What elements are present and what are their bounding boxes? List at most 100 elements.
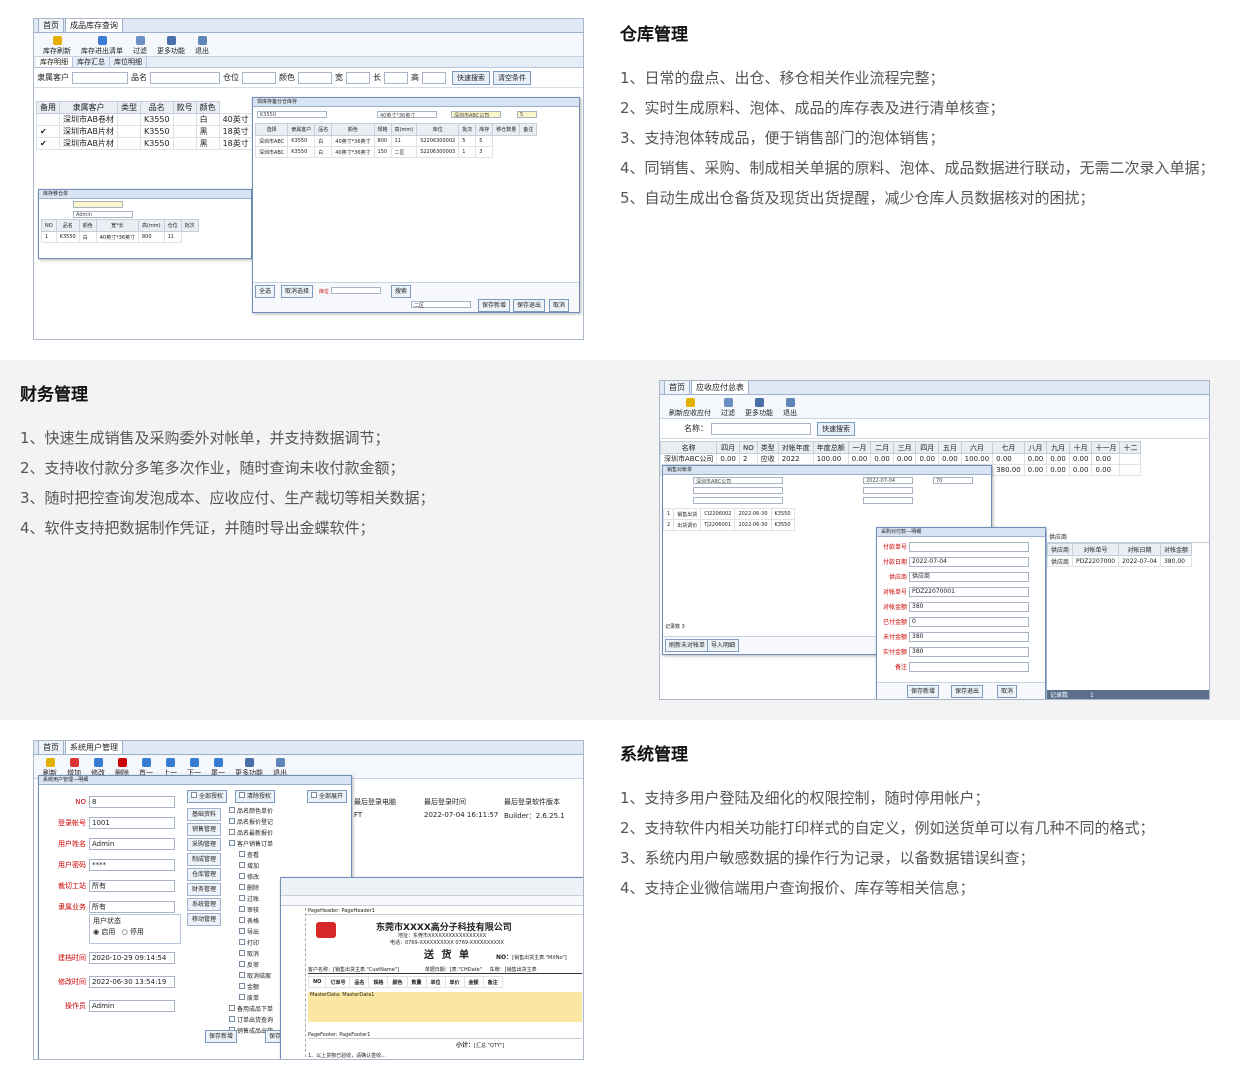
module-button[interactable]: 移动管理 (187, 913, 221, 926)
tab-receivable[interactable]: 应收应付总表 (691, 381, 749, 394)
field-input[interactable]: 8 (89, 796, 175, 808)
location-input[interactable] (331, 287, 381, 294)
refresh-button[interactable]: 刷新应收应付 (664, 395, 716, 418)
clear-grant-button[interactable]: 清除授权 (235, 790, 276, 803)
area-select[interactable]: 二区 (411, 301, 471, 309)
tree-item[interactable]: 过账 (225, 894, 285, 905)
module-button[interactable]: 系统管理 (187, 898, 221, 911)
tab-stock-detail[interactable]: 库存明细 (36, 57, 73, 67)
table-row[interactable]: 1 销售出货 CI2206002 2022-06-30 K3550 (663, 508, 795, 520)
tree-item[interactable]: 审核 (225, 905, 285, 916)
table-row[interactable]: 深圳市ABC公司 0.00 2 应收 2022 100.00 0.00 0.00 0.00 0.0… (660, 453, 1142, 465)
unselect-button[interactable]: 取消选择 (281, 285, 314, 298)
exit-button[interactable]: 退出 (778, 395, 802, 418)
spec-input[interactable]: 40英寸*36英寸 (377, 110, 437, 119)
field-input[interactable]: 供应商 (909, 571, 1029, 582)
save-new-button[interactable]: 保存新增 (478, 299, 511, 312)
modified-input[interactable]: 2022-06-30 13:54:19 (89, 976, 175, 988)
search-button[interactable]: 搜索 (391, 285, 412, 298)
clear-filter-button[interactable]: 清空条件 (493, 70, 531, 85)
tab-user-management[interactable]: 系统用户管理 (65, 741, 123, 754)
select-all-button[interactable]: 全选 (255, 285, 276, 298)
table-row[interactable]: ✔ 深圳市AB片材 K3550 黑 18英寸 (36, 137, 253, 150)
code-input[interactable]: K3550 (257, 110, 327, 118)
field-input[interactable]: 所有 (89, 901, 175, 913)
tree-item[interactable]: 取消 (225, 949, 285, 960)
table-row[interactable]: 深圳市ABC K3550 白 40英寸*36英寸 800 11 S2206300002 5 5 (254, 135, 537, 147)
quick-search-button[interactable]: 快速搜索 (817, 421, 855, 436)
more-button[interactable]: 更多功能 (152, 33, 190, 56)
tree-item[interactable]: 增加 (225, 861, 285, 872)
field-input[interactable] (909, 541, 1029, 552)
order-no-input[interactable] (73, 200, 123, 208)
filter-button[interactable]: 过滤 (128, 33, 152, 56)
field-input[interactable]: **** (89, 859, 175, 871)
enable-radio[interactable]: ◉ 启用 (93, 928, 115, 936)
field-input[interactable]: 380 (909, 631, 1029, 642)
tree-item[interactable]: 品名颜色单价 (225, 806, 285, 817)
width-input[interactable] (346, 71, 370, 84)
field-input[interactable]: Admin (89, 838, 175, 850)
height-input[interactable] (422, 71, 446, 84)
expand-all-button[interactable]: 全部展开 (307, 790, 348, 803)
operator-input[interactable]: Admin (73, 210, 133, 218)
import-detail-button[interactable]: 导入明细 (707, 639, 740, 652)
save-new-button[interactable]: 保存新增 (907, 685, 940, 698)
tab-home[interactable]: 首页 (38, 19, 64, 32)
tab-home[interactable]: 首页 (664, 381, 690, 394)
customer-input[interactable] (72, 71, 128, 84)
module-button[interactable]: 财务管理 (187, 883, 221, 896)
module-button[interactable]: 采购管理 (187, 838, 221, 851)
cancel-button[interactable]: 取消 (997, 685, 1018, 698)
grant-all-button[interactable]: 全部授权 (187, 790, 228, 803)
date-input[interactable]: 2022-07-04 (863, 476, 913, 484)
name-input[interactable] (711, 422, 811, 435)
stock-list-button[interactable]: 库存进出清单 (76, 33, 128, 56)
customer-select[interactable]: 深圳市ABC公司 (693, 476, 783, 485)
module-button[interactable]: 仓库管理 (187, 868, 221, 881)
customer-input[interactable]: 深圳市ABC公司 (451, 110, 501, 119)
tree-item[interactable]: 品名报价登记 (225, 817, 285, 828)
more-button[interactable]: 更多功能 (740, 395, 778, 418)
tree-item[interactable]: 导出 (225, 927, 285, 938)
qty-input[interactable]: 5 (517, 110, 537, 118)
table-row[interactable]: 深圳市AB卷材 K3550 白 40英寸 (36, 113, 253, 126)
tree-item[interactable]: 表格 (225, 916, 285, 927)
tree-item[interactable]: 订单出货查询 (225, 1015, 285, 1026)
created-input[interactable]: 2020-10-29 09:14:54 (89, 952, 175, 964)
color-select[interactable] (298, 71, 332, 84)
cancel-button[interactable]: 取消 (549, 299, 570, 312)
amount-input[interactable]: 70 (933, 476, 973, 484)
field-input[interactable]: 0 (909, 616, 1029, 627)
tab-home[interactable]: 首页 (38, 741, 64, 754)
tree-item[interactable]: 金额 (225, 982, 285, 993)
tree-item[interactable]: 客户销售订单 (225, 839, 285, 850)
operator-input[interactable]: Admin (89, 1000, 175, 1012)
field-input[interactable]: 1001 (89, 817, 175, 829)
tree-item[interactable]: 查看 (225, 850, 285, 861)
tree-item[interactable]: 品名最新报价 (225, 828, 285, 839)
tree-item[interactable]: 备用成品下单 (225, 1004, 285, 1015)
table-row[interactable]: 深圳市ABC K3550 白 40英寸*36英寸 150 二区 S2206300003 1 3 (254, 146, 537, 158)
tree-item[interactable]: 打印 (225, 938, 285, 949)
disable-radio[interactable]: ○ 停用 (122, 928, 144, 936)
location-select[interactable] (242, 71, 276, 84)
tree-item[interactable]: 反审 (225, 960, 285, 971)
field-input[interactable] (909, 661, 1029, 672)
field-input[interactable]: 380 (909, 601, 1029, 612)
table-row[interactable]: ✔ 深圳市AB片材 K3550 黑 18英寸 (36, 125, 253, 138)
field-input[interactable]: 所有 (89, 880, 175, 892)
tab-stock-summary[interactable]: 库存汇总 (73, 57, 110, 67)
tree-item[interactable]: 修改 (225, 872, 285, 883)
quick-search-button[interactable]: 快速搜索 (452, 70, 490, 85)
tree-item[interactable]: 删除 (225, 883, 285, 894)
tab-stock-query[interactable]: 成品库存查询 (65, 19, 123, 32)
refresh-button[interactable]: 库存刷新 (38, 33, 76, 56)
save-new-button[interactable]: 保存新增 (205, 1030, 238, 1043)
tab-location-detail[interactable]: 库位明细 (110, 57, 147, 67)
save-exit-button[interactable]: 保存退出 (951, 685, 984, 698)
tree-item[interactable]: 废单 (225, 993, 285, 1004)
filter-button[interactable]: 过滤 (716, 395, 740, 418)
field-input[interactable]: PDZ22070001 (909, 586, 1029, 597)
refresh-unreconciled-button[interactable]: 刷新未对帐单 (665, 639, 710, 652)
